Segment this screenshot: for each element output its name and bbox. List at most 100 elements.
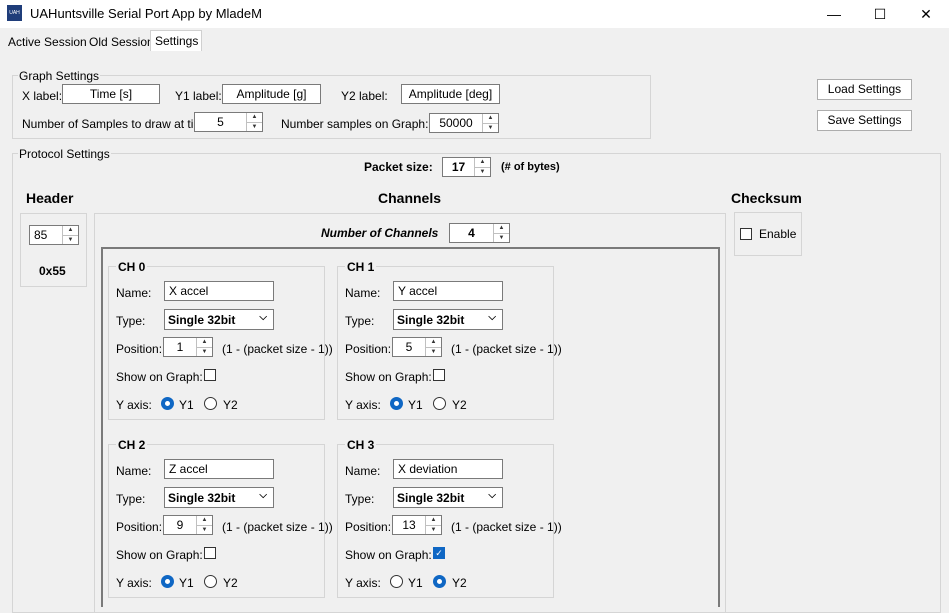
channel-name-input[interactable]: X accel xyxy=(164,281,274,301)
channel-y2-radio[interactable] xyxy=(433,397,446,410)
packet-size-caption: Packet size: xyxy=(364,160,433,174)
header-value: 85 xyxy=(34,228,48,242)
channel-type-value: Single 32bit xyxy=(397,312,465,327)
channel-y2-radio[interactable] xyxy=(204,397,217,410)
channel-y1-label: Y1 xyxy=(179,398,194,412)
channel-show-checkbox[interactable] xyxy=(433,369,445,381)
chevron-up-icon[interactable]: ▲ xyxy=(426,338,441,347)
x-label-input[interactable]: Time [s] xyxy=(62,84,160,104)
chevron-down-icon: ⌵ xyxy=(259,490,267,501)
chevron-up-icon[interactable]: ▲ xyxy=(63,226,78,235)
channel-title: CH 3 xyxy=(345,438,377,452)
channel-position-stepper[interactable]: 1 ▲ ▼ xyxy=(163,337,213,357)
chevron-up-icon[interactable]: ▲ xyxy=(494,224,509,233)
channel-show-checkbox[interactable] xyxy=(204,369,216,381)
channel-position-stepper[interactable]: 5 ▲ ▼ xyxy=(392,337,442,357)
header-title: Header xyxy=(26,190,74,206)
y2-label-input[interactable]: Amplitude [deg] xyxy=(401,84,500,104)
channel-show-checkbox[interactable] xyxy=(204,547,216,559)
chevron-up-icon[interactable]: ▲ xyxy=(475,158,490,167)
channel-name-caption: Name: xyxy=(345,286,381,300)
chevron-down-icon[interactable]: ▼ xyxy=(483,122,498,133)
tab-active-session[interactable]: Active Session xyxy=(3,32,92,51)
channel-y2-label: Y2 xyxy=(223,398,238,412)
close-icon[interactable]: ✕ xyxy=(903,0,949,28)
chevron-down-icon[interactable]: ▼ xyxy=(197,524,212,535)
channel-type-select[interactable]: Single 32bit ⌵ xyxy=(393,309,503,330)
tab-old-session[interactable]: Old Session xyxy=(84,32,159,51)
samples-graph-caption: Number samples on Graph: xyxy=(281,117,429,131)
channel-type-caption: Type: xyxy=(345,492,375,506)
channel-position-value: 13 xyxy=(402,518,416,532)
chevron-up-icon[interactable]: ▲ xyxy=(197,338,212,347)
channel-y1-radio[interactable] xyxy=(161,397,174,410)
channel-show-caption: Show on Graph: xyxy=(345,548,432,562)
channel-position-stepper[interactable]: 13 ▲ ▼ xyxy=(392,515,442,535)
channel-position-caption: Position: xyxy=(345,520,392,534)
channel-position-hint: (1 - (packet size - 1)) xyxy=(451,342,562,356)
channel-name-input[interactable]: Y accel xyxy=(393,281,503,301)
channel-type-value: Single 32bit xyxy=(168,312,236,327)
chevron-down-icon: ⌵ xyxy=(488,490,496,501)
header-value-stepper[interactable]: 85 ▲ ▼ xyxy=(29,225,79,245)
channel-show-caption: Show on Graph: xyxy=(116,370,203,384)
samples-graph-stepper[interactable]: 50000 ▲ ▼ xyxy=(429,113,499,133)
channel-y2-radio[interactable] xyxy=(204,575,217,588)
channel-show-caption: Show on Graph: xyxy=(116,548,203,562)
packet-size-value: 17 xyxy=(451,160,466,174)
chevron-down-icon[interactable]: ▼ xyxy=(494,232,509,243)
num-channels-stepper[interactable]: 4 ▲ ▼ xyxy=(449,223,510,243)
chevron-up-icon[interactable]: ▲ xyxy=(426,516,441,525)
channel-position-value: 1 xyxy=(176,340,184,354)
num-channels-caption: Number of Channels xyxy=(321,226,439,240)
channel-type-select[interactable]: Single 32bit ⌵ xyxy=(393,487,503,508)
window-title: UAHuntsville Serial Port App by MladeM xyxy=(30,6,262,21)
chevron-up-icon[interactable]: ▲ xyxy=(247,113,262,122)
channel-title: CH 1 xyxy=(345,260,377,274)
app-icon: UAH xyxy=(7,5,22,21)
y1-label-caption: Y1 label: xyxy=(175,89,222,103)
save-settings-button[interactable]: Save Settings xyxy=(817,110,912,131)
channel-name-input[interactable]: Z accel xyxy=(164,459,274,479)
channel-position-caption: Position: xyxy=(116,342,163,356)
channel-name-caption: Name: xyxy=(345,464,381,478)
channel-y1-radio[interactable] xyxy=(390,575,403,588)
channel-type-select[interactable]: Single 32bit ⌵ xyxy=(164,309,274,330)
channel-name-input[interactable]: X deviation xyxy=(393,459,503,479)
channel-name-caption: Name: xyxy=(116,464,152,478)
channel-type-caption: Type: xyxy=(116,314,146,328)
channel-type-caption: Type: xyxy=(116,492,146,506)
channel-yaxis-caption: Y axis: xyxy=(116,576,152,590)
channel-y2-label: Y2 xyxy=(223,576,238,590)
channel-title: CH 2 xyxy=(116,438,148,452)
channel-yaxis-caption: Y axis: xyxy=(345,398,381,412)
samples-draw-stepper[interactable]: 5 ▲ ▼ xyxy=(194,112,263,132)
channel-position-hint: (1 - (packet size - 1)) xyxy=(451,520,562,534)
channel-show-checkbox[interactable]: ✓ xyxy=(433,547,445,559)
checksum-enable-checkbox[interactable] xyxy=(740,228,752,240)
chevron-down-icon[interactable]: ▼ xyxy=(63,234,78,245)
chevron-down-icon[interactable]: ▼ xyxy=(247,121,262,132)
chevron-up-icon[interactable]: ▲ xyxy=(483,114,498,123)
chevron-down-icon[interactable]: ▼ xyxy=(426,524,441,535)
channel-type-select[interactable]: Single 32bit ⌵ xyxy=(164,487,274,508)
checksum-enable-label: Enable xyxy=(759,227,797,241)
packet-size-stepper[interactable]: 17 ▲ ▼ xyxy=(442,157,491,177)
channel-show-caption: Show on Graph: xyxy=(345,370,432,384)
chevron-down-icon[interactable]: ▼ xyxy=(475,166,490,177)
y1-label-input[interactable]: Amplitude [g] xyxy=(222,84,321,104)
channel-y1-radio[interactable] xyxy=(390,397,403,410)
y2-label-caption: Y2 label: xyxy=(341,89,388,103)
chevron-down-icon[interactable]: ▼ xyxy=(197,346,212,357)
chevron-up-icon[interactable]: ▲ xyxy=(197,516,212,525)
load-settings-button[interactable]: Load Settings xyxy=(817,79,912,100)
channel-y1-radio[interactable] xyxy=(161,575,174,588)
channel-y2-radio[interactable] xyxy=(433,575,446,588)
channel-position-caption: Position: xyxy=(116,520,163,534)
minimize-icon[interactable]: — xyxy=(811,0,857,28)
chevron-down-icon: ⌵ xyxy=(259,312,267,323)
channel-position-stepper[interactable]: 9 ▲ ▼ xyxy=(163,515,213,535)
maximize-icon[interactable]: ☐ xyxy=(857,0,903,28)
tab-settings[interactable]: Settings xyxy=(150,30,202,52)
chevron-down-icon[interactable]: ▼ xyxy=(426,346,441,357)
